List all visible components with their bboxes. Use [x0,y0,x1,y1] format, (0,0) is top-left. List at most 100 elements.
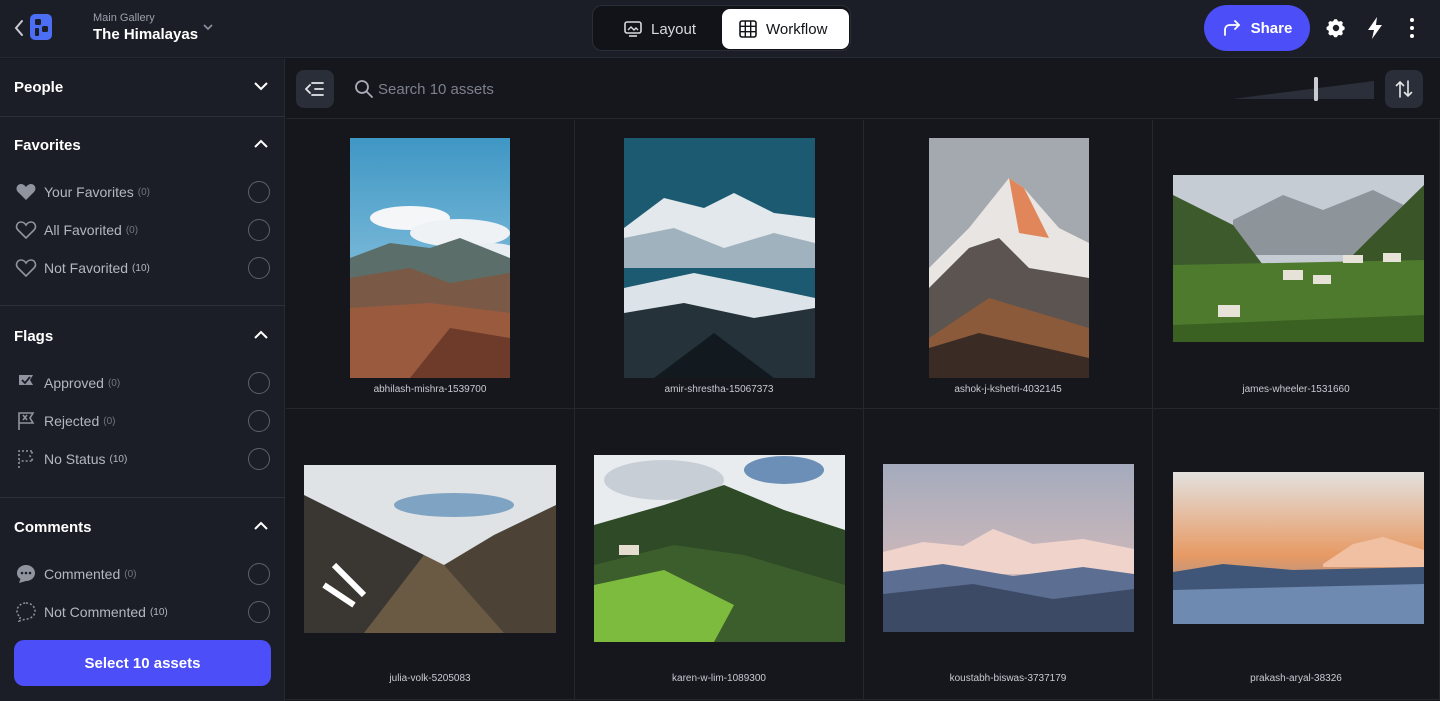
asset-name: ashok-j-kshetri-4032145 [954,384,1062,395]
filter-label: Rejected [44,413,100,429]
chevron-up-icon [254,521,268,530]
app-logo-icon[interactable] [27,12,55,42]
filter-rejected[interactable]: Rejected (0) [14,409,272,433]
filter-count: (0) [124,568,137,580]
filter-count: (0) [125,224,139,236]
filter-label: Not Commented [44,604,146,620]
share-arrow-icon [1223,20,1240,36]
gallery-title[interactable]: The Himalayas [93,26,198,43]
sort-button[interactable] [1385,70,1423,108]
chevron-up-icon [254,139,268,148]
asset-card[interactable]: james-wheeler-1531660 [1153,120,1440,409]
filter-checkbox[interactable] [248,372,270,394]
filter-commented[interactable]: Commented (0) [14,562,272,586]
asset-name: karen-w-lim-1089300 [672,673,766,684]
search-icon [355,80,373,98]
chevron-down-icon[interactable] [202,22,214,32]
filter-count: (10) [149,606,168,618]
view-switcher: Layout Workflow [592,5,851,51]
divider [0,305,285,306]
filter-count: (10) [109,453,128,465]
breadcrumb-parent[interactable]: Main Gallery [93,12,155,24]
asset-thumbnail[interactable] [594,455,845,642]
asset-toolbar [286,59,1440,119]
asset-thumbnail[interactable] [624,138,815,378]
filter-your-favorites[interactable]: Your Favorites (0) [14,180,272,204]
filter-checkbox[interactable] [248,410,270,432]
comment-filled-icon [14,563,38,585]
filter-label: Commented [44,566,121,582]
section-header-favorites[interactable]: Favorites [14,133,272,157]
top-bar: Main Gallery The Himalayas Layout Workfl… [0,0,1440,58]
filter-not-commented[interactable]: Not Commented (10) [14,600,272,624]
more-options-icon[interactable] [1405,17,1419,39]
filter-checkbox[interactable] [248,601,270,623]
section-title: People [14,78,64,96]
filter-checkbox[interactable] [248,181,270,203]
chevron-up-icon [254,330,268,339]
filter-checkbox[interactable] [248,219,270,241]
asset-card[interactable]: karen-w-lim-1089300 [575,409,864,700]
asset-card[interactable]: abhilash-mishra-1539700 [286,120,575,409]
back-chevron-icon[interactable] [12,18,26,38]
filter-no-status[interactable]: No Status (10) [14,447,272,471]
filter-checkbox[interactable] [248,257,270,279]
asset-thumbnail[interactable] [1173,472,1424,624]
filter-count: (0) [107,377,121,389]
section-title: Flags [14,327,54,345]
section-header-people[interactable]: People [14,75,272,99]
asset-grid: abhilash-mishra-1539700 amir-shrestha-15… [286,120,1440,700]
filter-checkbox[interactable] [248,563,270,585]
asset-thumbnail[interactable] [1173,175,1424,342]
asset-name: prakash-aryal-38326 [1250,673,1342,684]
asset-card[interactable]: koustabh-biswas-3737179 [864,409,1153,700]
section-title: Favorites [14,136,81,154]
lightning-icon[interactable] [1366,16,1384,40]
filter-all-favorited[interactable]: All Favorited (0) [14,218,272,242]
filter-count: (0) [103,415,116,427]
asset-card[interactable]: prakash-aryal-38326 [1153,409,1440,700]
filter-checkbox[interactable] [248,448,270,470]
heart-filled-icon [14,181,38,203]
share-button[interactable]: Share [1204,5,1310,51]
collapse-sidebar-button[interactable] [296,70,334,108]
filter-not-favorited[interactable]: Not Favorited (10) [14,256,272,280]
gear-icon[interactable] [1325,17,1347,39]
asset-card[interactable]: amir-shrestha-15067373 [575,120,864,409]
filter-label: Not Favorited [44,260,129,276]
asset-card[interactable]: julia-volk-5205083 [286,409,575,700]
slider-handle [1314,77,1318,101]
comment-dashed-icon [14,601,38,623]
filter-label: All Favorited [44,222,122,238]
select-assets-button[interactable]: Select 10 assets [14,640,271,686]
thumbnail-size-slider[interactable] [1232,77,1374,101]
search-input[interactable] [378,75,778,103]
sort-icon [1395,80,1413,98]
flag-check-icon [14,372,38,394]
tab-layout-label: Layout [651,20,697,38]
asset-thumbnail[interactable] [304,465,556,633]
chevron-down-icon [254,82,268,91]
section-title: Comments [14,518,92,536]
asset-name: amir-shrestha-15067373 [664,384,774,395]
asset-card[interactable]: ashok-j-kshetri-4032145 [864,120,1153,409]
section-header-flags[interactable]: Flags [14,324,272,348]
tab-workflow[interactable]: Workflow [722,9,849,49]
asset-name: julia-volk-5205083 [389,673,471,684]
asset-name: abhilash-mishra-1539700 [373,384,487,395]
section-header-comments[interactable]: Comments [14,515,272,539]
layout-icon [624,21,642,37]
filter-approved[interactable]: Approved (0) [14,371,272,395]
asset-thumbnail[interactable] [929,138,1089,378]
tab-layout[interactable]: Layout [597,9,721,49]
filter-label: No Status [44,451,106,467]
asset-thumbnail[interactable] [883,464,1134,632]
asset-area: abhilash-mishra-1539700 amir-shrestha-15… [286,59,1440,701]
filter-label: Approved [44,375,104,391]
divider [0,497,285,498]
asset-thumbnail[interactable] [350,138,510,378]
flag-dashed-icon [14,448,38,470]
filter-sidebar: People Favorites Your Favorites (0) All … [0,59,285,701]
filter-count: (10) [132,262,150,274]
divider [0,116,285,117]
